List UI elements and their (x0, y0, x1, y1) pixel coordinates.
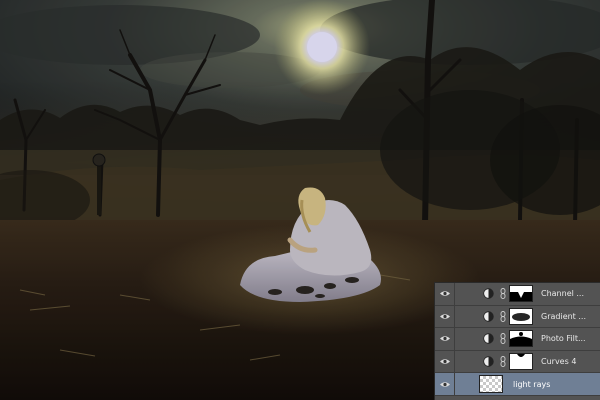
eye-icon (439, 291, 450, 297)
link-chain-icon[interactable] (500, 333, 506, 345)
layer-mask-thumbnail[interactable] (509, 353, 533, 371)
layer-mask-thumbnail[interactable] (509, 330, 533, 348)
visibility-toggle[interactable] (435, 350, 455, 373)
adjustment-layer-icon (483, 311, 494, 322)
layer-name: Photo Filt... (541, 334, 586, 344)
layer-row-channel-mixer[interactable]: Channel ... (435, 283, 600, 306)
photoshop-canvas[interactable]: Channel ... Gradient ... Photo Filt... C… (0, 0, 600, 400)
visibility-toggle[interactable] (435, 283, 455, 305)
adjustment-layer-icon (483, 288, 494, 299)
adjustment-layer-icon (483, 356, 494, 367)
layer-row-light-rays[interactable]: light rays (435, 373, 600, 396)
eye-icon (439, 359, 450, 364)
layer-name: Gradient ... (541, 311, 586, 321)
eye-icon (439, 381, 450, 387)
layer-mask-thumbnail[interactable] (509, 285, 533, 303)
eye-icon (439, 336, 450, 342)
link-chain-icon[interactable] (500, 356, 506, 368)
adjustment-layer-icon (483, 333, 494, 345)
layer-row-photo-filter[interactable]: Photo Filt... (435, 328, 600, 351)
layer-mask-thumbnail[interactable] (509, 307, 533, 325)
layers-panel: Channel ... Gradient ... Photo Filt... C… (434, 282, 600, 400)
link-chain-icon[interactable] (500, 310, 506, 322)
layer-name: Channel ... (541, 289, 585, 299)
visibility-toggle[interactable] (435, 373, 455, 395)
link-chain-icon[interactable] (500, 288, 506, 300)
layer-thumbnail-transparent[interactable] (479, 375, 503, 394)
layer-row-curves[interactable]: Curves 4 (435, 350, 600, 374)
visibility-toggle[interactable] (435, 328, 455, 350)
visibility-toggle[interactable] (435, 305, 455, 328)
layer-name: Curves 4 (541, 357, 577, 367)
eye-icon (439, 314, 450, 319)
layer-row-gradient-map[interactable]: Gradient ... (435, 305, 600, 329)
layer-name: light rays (513, 379, 551, 389)
